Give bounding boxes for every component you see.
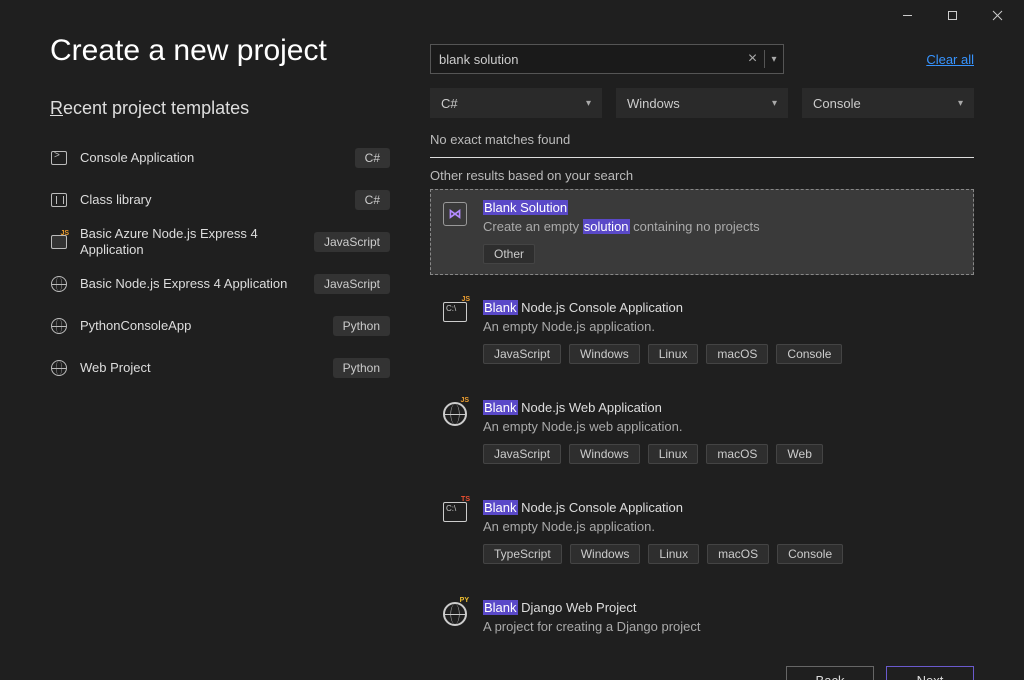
language-badge: C#: [355, 148, 390, 168]
minimize-button[interactable]: [885, 0, 930, 30]
recent-template-label: PythonConsoleApp: [80, 318, 321, 334]
no-match-text: No exact matches found: [430, 132, 974, 147]
globe-js-icon: JS: [441, 402, 469, 430]
recent-template-label: Console Application: [80, 150, 343, 166]
close-button[interactable]: [975, 0, 1020, 30]
template-tag: macOS: [706, 444, 768, 464]
template-tag: Console: [776, 344, 842, 364]
recent-template-label: Class library: [80, 192, 343, 208]
language-badge: JavaScript: [314, 232, 390, 252]
divider: [430, 157, 974, 158]
search-input[interactable]: [431, 52, 741, 67]
globe-icon: [50, 317, 68, 335]
globe-py-icon: PY: [441, 602, 469, 630]
language-badge: Python: [333, 358, 390, 378]
template-tag: TypeScript: [483, 544, 562, 564]
recent-template-label: Basic Node.js Express 4 Application: [80, 276, 302, 292]
template-tag: Console: [777, 544, 843, 564]
recent-templates-heading: Recent project templates: [50, 98, 390, 119]
other-results-heading: Other results based on your search: [430, 168, 974, 183]
template-tag: JavaScript: [483, 344, 561, 364]
project-type-filter[interactable]: Console▾: [802, 88, 974, 118]
vs-icon: ⋈: [441, 202, 469, 230]
template-description: An empty Node.js application.: [483, 319, 963, 336]
template-tag: Windows: [570, 544, 641, 564]
title-bar: [0, 0, 1024, 30]
recent-template-item[interactable]: Class library C#: [50, 179, 390, 221]
node-icon: [50, 233, 68, 251]
clear-all-link[interactable]: Clear all: [926, 52, 974, 67]
recent-template-item[interactable]: Basic Azure Node.js Express 4 Applicatio…: [50, 221, 390, 263]
maximize-button[interactable]: [930, 0, 975, 30]
template-title: Blank Node.js Web Application: [483, 400, 963, 415]
template-tag: macOS: [706, 344, 768, 364]
globe-icon: [50, 275, 68, 293]
recent-templates-list: Console Application C# Class library C# Basi…: [50, 137, 390, 389]
template-tags: JavaScript Windows Linux macOS Console: [483, 344, 963, 364]
template-title: Blank Solution: [483, 200, 963, 215]
globe-icon: [50, 359, 68, 377]
template-tag: macOS: [707, 544, 769, 564]
template-tag: Windows: [569, 344, 640, 364]
library-icon: [50, 191, 68, 209]
next-button[interactable]: Next: [886, 666, 974, 680]
console-js-icon: JS: [441, 302, 469, 330]
project-template-item[interactable]: PY Blank Django Web Project A project for …: [430, 589, 974, 647]
template-tag: Windows: [569, 444, 640, 464]
back-button[interactable]: Back: [786, 666, 874, 680]
template-title: Blank Node.js Console Application: [483, 300, 963, 315]
template-tags: TypeScript Windows Linux macOS Console: [483, 544, 963, 564]
template-tag: JavaScript: [483, 444, 561, 464]
recent-template-item[interactable]: Web Project Python: [50, 347, 390, 389]
console-icon: [50, 149, 68, 167]
template-description: A project for creating a Django project: [483, 619, 963, 636]
search-box[interactable]: × ▾: [430, 44, 784, 74]
results-list: ⋈ Blank Solution Create an empty solution …: [430, 189, 974, 646]
template-tag: Web: [776, 444, 822, 464]
recent-template-item[interactable]: Console Application C#: [50, 137, 390, 179]
template-tag: Linux: [648, 544, 699, 564]
template-tag: Linux: [648, 344, 699, 364]
project-template-item[interactable]: ⋈ Blank Solution Create an empty solution …: [430, 189, 974, 275]
template-description: An empty Node.js web application.: [483, 419, 963, 436]
search-history-dropdown[interactable]: ▾: [765, 54, 783, 65]
template-tags: Other: [483, 244, 963, 264]
template-description: Create an empty solution containing no p…: [483, 219, 963, 236]
platform-filter[interactable]: Windows▾: [616, 88, 788, 118]
project-template-item[interactable]: JS Blank Node.js Console Application An em…: [430, 289, 974, 375]
template-title: Blank Django Web Project: [483, 600, 963, 615]
project-template-item[interactable]: JS Blank Node.js Web Application An empty …: [430, 389, 974, 475]
template-tags: JavaScript Windows Linux macOS Web: [483, 444, 963, 464]
console-ts-icon: TS: [441, 502, 469, 530]
recent-template-item[interactable]: PythonConsoleApp Python: [50, 305, 390, 347]
template-tag: Linux: [648, 444, 699, 464]
project-template-item[interactable]: TS Blank Node.js Console Application An em…: [430, 489, 974, 575]
page-title: Create a new project: [50, 34, 390, 68]
language-badge: JavaScript: [314, 274, 390, 294]
language-filter[interactable]: C#▾: [430, 88, 602, 118]
clear-search-button[interactable]: ×: [741, 50, 765, 68]
recent-template-label: Web Project: [80, 360, 321, 376]
template-description: An empty Node.js application.: [483, 519, 963, 536]
recent-template-item[interactable]: Basic Node.js Express 4 Application JavaS…: [50, 263, 390, 305]
template-tag: Other: [483, 244, 535, 264]
language-badge: Python: [333, 316, 390, 336]
template-title: Blank Node.js Console Application: [483, 500, 963, 515]
language-badge: C#: [355, 190, 390, 210]
recent-template-label: Basic Azure Node.js Express 4 Applicatio…: [80, 226, 302, 257]
